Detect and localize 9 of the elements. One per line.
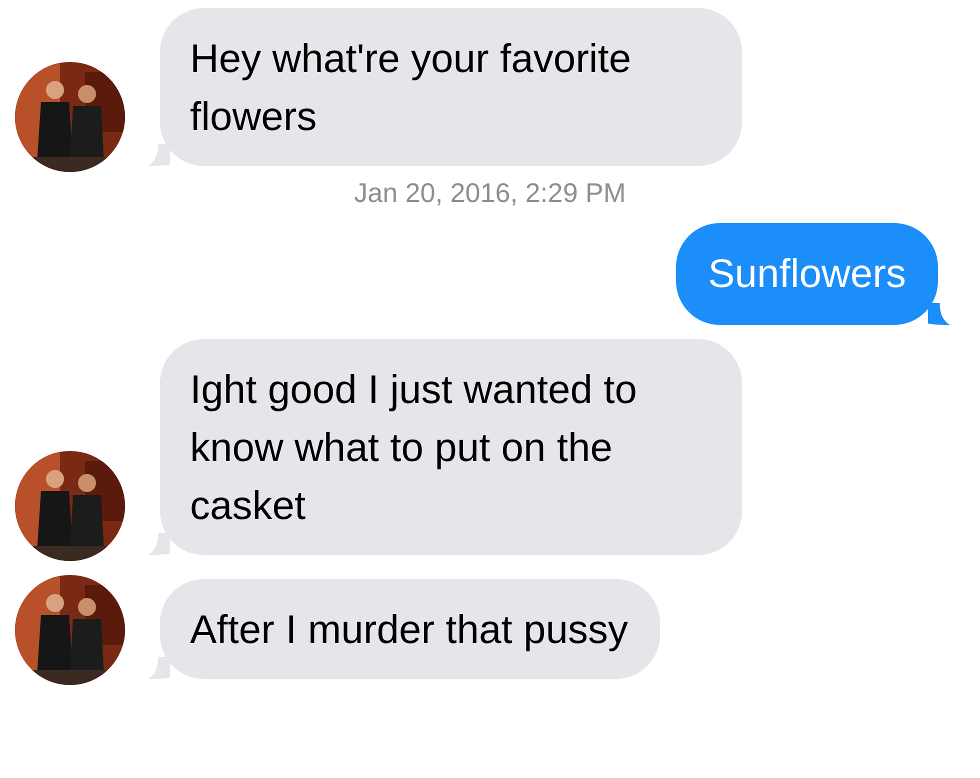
bubble-tail <box>928 303 950 325</box>
bubble-tail <box>148 533 170 555</box>
message-bubble: After I murder that pussy <box>160 579 660 679</box>
timestamp: Jan 20, 2016, 2:29 PM <box>353 178 627 209</box>
bubble-tail <box>148 144 170 166</box>
message-bubble: Sunflowers <box>676 223 938 325</box>
bubble-tail <box>148 657 170 679</box>
message-bubble: Ight good I just wanted to know what to put on the casket <box>160 339 742 555</box>
message-bubble: Hey what're your favorite flowers <box>160 8 742 166</box>
